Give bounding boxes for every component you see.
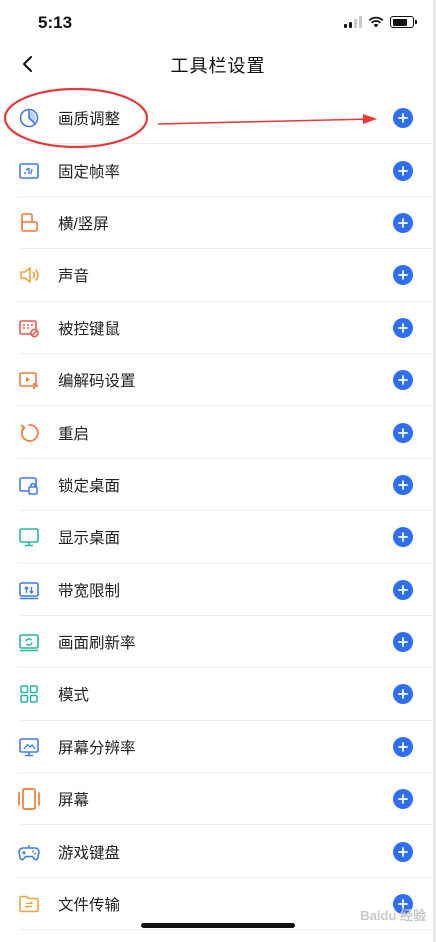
item-label: 重启 — [58, 425, 90, 443]
item-label: 横/竖屏 — [58, 215, 109, 233]
list-item: 显示桌面 — [0, 511, 436, 564]
item-label: 屏幕 — [58, 792, 90, 810]
add-button[interactable] — [393, 265, 413, 286]
refresh-rate-icon — [16, 629, 42, 655]
bandwidth-icon — [16, 577, 42, 603]
gamepad-icon — [16, 839, 42, 865]
plus-icon — [398, 846, 408, 857]
screen: 5:13 工具栏设置 画质调整 固定帧率 横/竖屏 声音 被控键鼠 编解码设置 … — [0, 0, 436, 942]
add-button[interactable] — [393, 108, 413, 129]
toolbar-item-list: 画质调整 固定帧率 横/竖屏 声音 被控键鼠 编解码设置 重启 锁定桌面 显示桌… — [0, 92, 436, 931]
add-button[interactable] — [393, 579, 413, 600]
plus-icon — [398, 427, 408, 438]
keyboard-mouse-icon — [16, 315, 42, 341]
item-label: 固定帧率 — [58, 163, 121, 181]
list-item: 重启 — [0, 406, 436, 460]
home-indicator[interactable] — [141, 923, 295, 928]
plus-icon — [398, 165, 408, 176]
item-label: 被控键鼠 — [58, 320, 121, 338]
list-item: 画质调整 — [0, 92, 436, 145]
add-button[interactable] — [393, 684, 413, 705]
status-bar: 5:13 — [0, 0, 436, 46]
item-label: 编解码设置 — [58, 373, 136, 391]
item-label: 锁定桌面 — [58, 477, 121, 495]
screen-icon — [16, 786, 42, 812]
add-button[interactable] — [393, 736, 413, 757]
item-label: 画面刷新率 — [58, 635, 136, 653]
plus-icon — [398, 113, 408, 124]
item-label: 声音 — [58, 268, 90, 286]
file-transfer-icon — [16, 891, 42, 917]
plus-icon — [398, 480, 408, 490]
add-button[interactable] — [393, 632, 413, 653]
item-label: 屏幕分辨率 — [58, 739, 136, 757]
show-desktop-icon — [16, 524, 42, 550]
cellular-signal-icon — [344, 16, 362, 28]
plus-icon — [398, 218, 408, 228]
item-label: 游戏键盘 — [58, 844, 121, 862]
list-item: 锁定桌面 — [0, 459, 436, 512]
plus-icon — [398, 270, 408, 281]
add-button[interactable] — [393, 317, 413, 338]
speaker-icon — [16, 262, 42, 288]
add-button[interactable] — [393, 527, 413, 548]
mode-grid-icon — [16, 681, 42, 707]
list-item: 画面刷新率 — [0, 616, 436, 669]
plus-icon — [398, 322, 408, 333]
add-button[interactable] — [393, 212, 413, 233]
plus-icon — [398, 689, 408, 700]
wifi-icon — [368, 16, 384, 28]
rotate-screen-icon — [16, 210, 42, 236]
item-label: 画质调整 — [58, 111, 121, 129]
plus-icon — [398, 741, 408, 752]
list-item: 固定帧率 — [0, 144, 436, 198]
battery-icon — [390, 16, 417, 28]
quality-icon — [16, 105, 42, 131]
plus-icon — [398, 375, 408, 386]
lock-desktop-icon — [16, 472, 42, 498]
item-label: 带宽限制 — [58, 582, 121, 600]
list-item: 模式 — [0, 668, 436, 722]
list-item: 带宽限制 — [0, 564, 436, 617]
restart-icon — [16, 420, 42, 446]
list-item: 声音 — [0, 249, 436, 302]
list-item: 编解码设置 — [0, 354, 436, 407]
plus-icon — [398, 794, 408, 805]
item-label: 模式 — [58, 687, 90, 705]
nav-bar: 工具栏设置 — [0, 44, 436, 84]
add-button[interactable] — [393, 789, 413, 810]
codec-icon — [16, 367, 42, 393]
add-button[interactable] — [393, 160, 413, 181]
status-time: 5:13 — [38, 13, 73, 32]
add-button[interactable] — [393, 841, 413, 862]
add-button[interactable] — [393, 370, 413, 391]
add-button[interactable] — [393, 474, 413, 495]
watermark: Baidu 经验 — [360, 908, 426, 923]
plus-icon — [398, 584, 408, 595]
list-item: 屏幕 — [0, 773, 436, 826]
frame-rate-icon — [16, 158, 42, 184]
plus-icon — [398, 532, 408, 543]
resolution-icon — [16, 734, 42, 760]
list-item: 被控键鼠 — [0, 302, 436, 355]
list-item: 游戏键盘 — [0, 825, 436, 879]
add-button[interactable] — [393, 422, 413, 443]
page-title: 工具栏设置 — [170, 56, 266, 76]
list-item: 横/竖屏 — [0, 197, 436, 250]
list-item: 屏幕分辨率 — [0, 721, 436, 774]
item-label: 显示桌面 — [58, 530, 121, 548]
status-icons — [344, 16, 417, 28]
item-label: 文件传输 — [58, 897, 121, 915]
plus-icon — [398, 637, 408, 647]
